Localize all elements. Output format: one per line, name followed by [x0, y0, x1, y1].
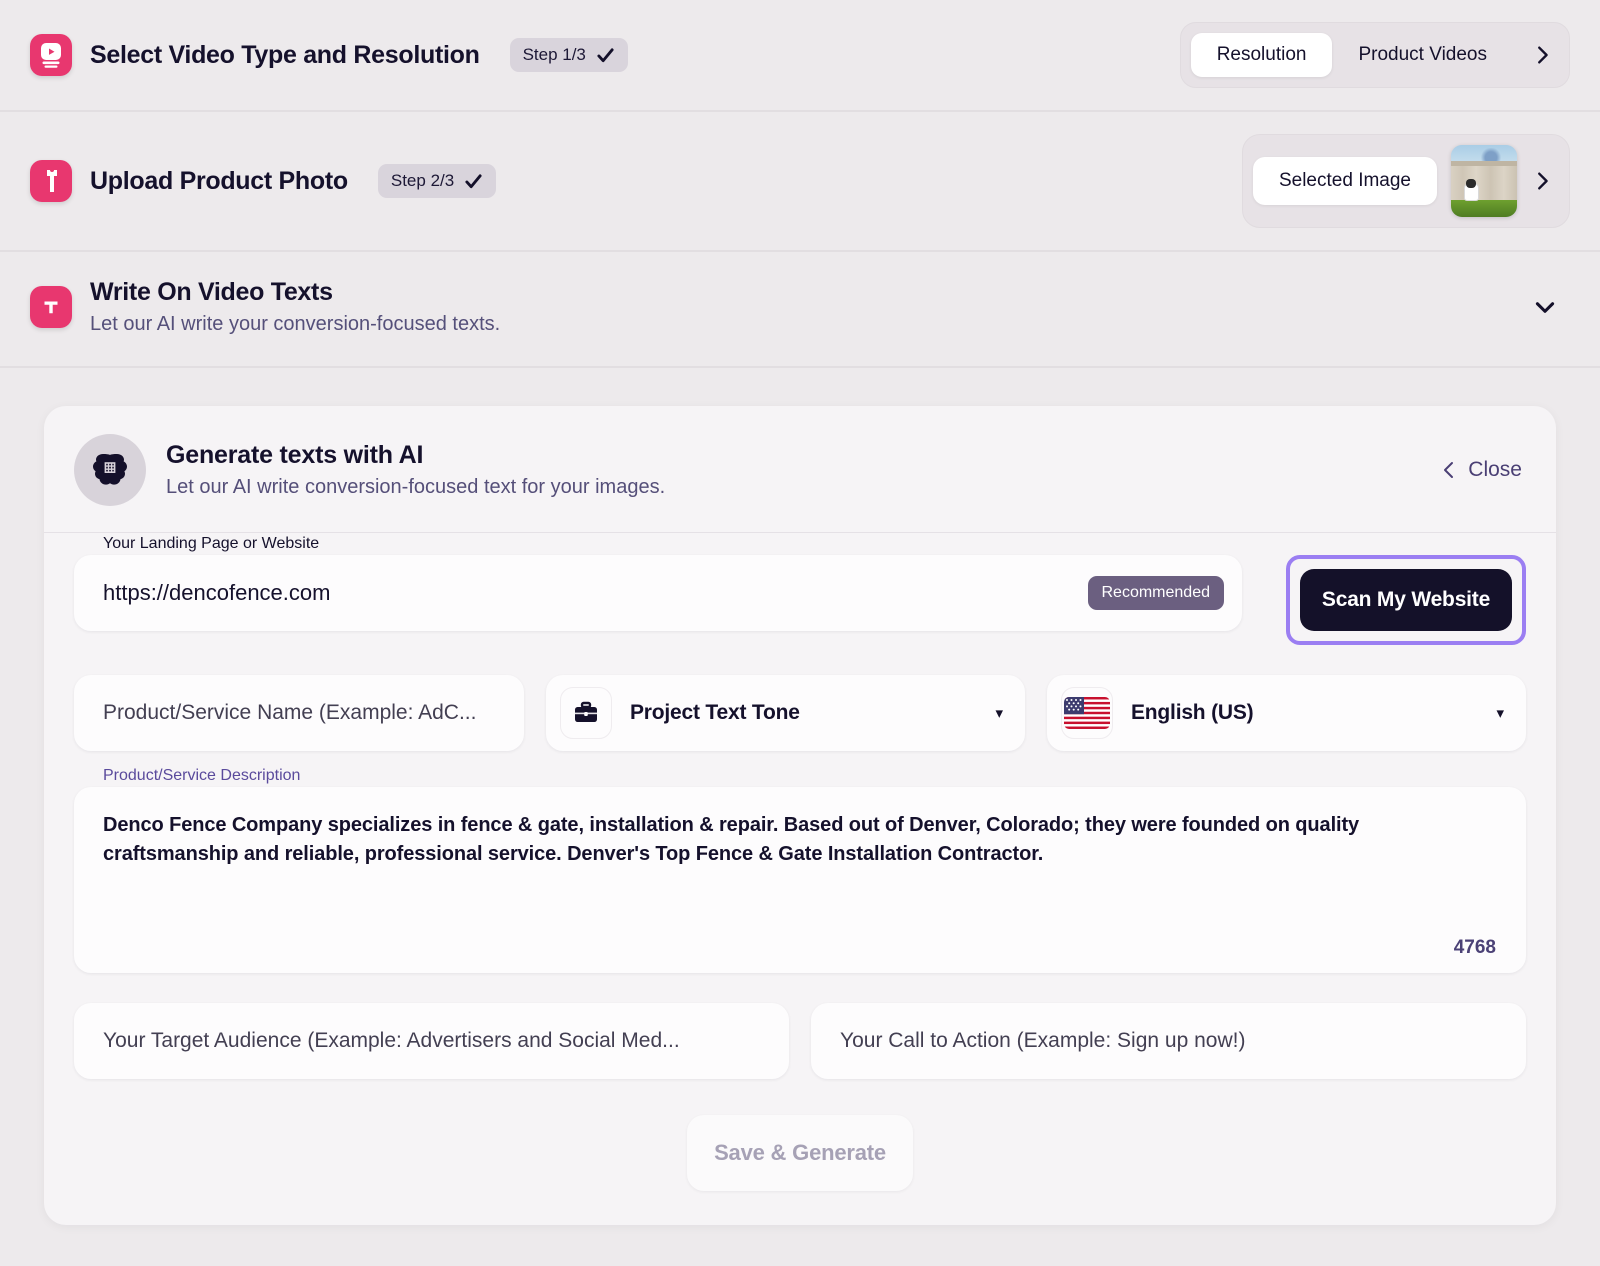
- ai-card-title: Generate texts with AI: [166, 441, 424, 469]
- chevron-right-icon[interactable]: [1531, 170, 1553, 192]
- step-2-badge: Step 2/3: [377, 164, 497, 198]
- step-2-title: Upload Product Photo: [90, 166, 348, 195]
- close-button[interactable]: Close: [1441, 458, 1522, 482]
- step-3-text-block: Write On Video Texts Let our AI write yo…: [90, 278, 500, 336]
- ai-card-header: Generate texts with AI Let our AI write …: [44, 406, 1556, 533]
- thumbnail-dog: [1464, 179, 1480, 202]
- step-2-left: Upload Product Photo Step 2/3: [30, 160, 497, 202]
- us-flag-icon: [1061, 687, 1113, 739]
- product-name-placeholder: Product/Service Name (Example: AdC...: [103, 701, 477, 724]
- audience-cta-row: Your Target Audience (Example: Advertise…: [74, 1003, 1526, 1079]
- language-value: English (US): [1131, 701, 1254, 724]
- url-row: Your Landing Page or Website https://den…: [74, 535, 1526, 645]
- save-button-row: Save & Generate: [74, 1115, 1526, 1191]
- website-url-value: https://dencofence.com: [103, 580, 331, 605]
- step-1-title: Select Video Type and Resolution: [90, 40, 480, 69]
- product-photo-thumbnail[interactable]: [1451, 145, 1517, 217]
- close-button-label: Close: [1468, 458, 1522, 481]
- chevron-left-icon: [1444, 462, 1454, 478]
- ai-header-left: Generate texts with AI Let our AI write …: [74, 434, 665, 506]
- resolution-toggle-group[interactable]: Resolution Product Videos: [1179, 22, 1570, 88]
- tab-product-videos[interactable]: Product Videos: [1332, 33, 1513, 77]
- text-t-icon: [30, 286, 72, 328]
- ai-header-text: Generate texts with AI Let our AI write …: [166, 441, 665, 499]
- scan-my-website-button[interactable]: Scan My Website: [1300, 569, 1512, 631]
- chevron-down-icon[interactable]: ▾: [995, 704, 1003, 722]
- briefcase-icon: [560, 687, 612, 739]
- call-to-action-placeholder: Your Call to Action (Example: Sign up no…: [840, 1029, 1246, 1052]
- ai-card-body: Your Landing Page or Website https://den…: [44, 533, 1556, 1225]
- target-audience-placeholder: Your Target Audience (Example: Advertise…: [103, 1029, 680, 1052]
- product-description-value: Denco Fence Company specializes in fence…: [103, 814, 1360, 865]
- selected-image-group[interactable]: Selected Image: [1241, 134, 1570, 228]
- ai-card-subtitle: Let our AI write conversion-focused text…: [166, 476, 666, 498]
- step-3-left: Write On Video Texts Let our AI write yo…: [30, 278, 500, 336]
- step-row-upload-photo[interactable]: Upload Product Photo Step 2/3 Selected I…: [0, 112, 1600, 252]
- step-3-subtitle: Let our AI write your conversion-focused…: [90, 313, 501, 335]
- check-icon: [597, 47, 614, 62]
- step-3-title: Write On Video Texts: [90, 278, 333, 306]
- app-root: Select Video Type and Resolution Step 1/…: [0, 0, 1600, 1266]
- save-and-generate-button[interactable]: Save & Generate: [687, 1115, 913, 1191]
- thumbnail-grass: [1451, 199, 1517, 217]
- name-tone-language-row: Product/Service Name (Example: AdC... Pr…: [74, 675, 1526, 751]
- chevron-down-icon[interactable]: [1532, 294, 1558, 320]
- step-1-badge: Step 1/3: [509, 38, 628, 72]
- selected-image-label[interactable]: Selected Image: [1252, 157, 1437, 205]
- target-audience-input[interactable]: Your Target Audience (Example: Advertise…: [74, 1003, 789, 1079]
- chevron-down-icon[interactable]: ▾: [1496, 704, 1504, 722]
- recommended-badge: Recommended: [1087, 576, 1224, 610]
- segmented-control[interactable]: Resolution Product Videos: [1190, 33, 1513, 77]
- step-1-badge-label: Step 1/3: [522, 45, 586, 64]
- thumbnail-fence: [1451, 160, 1517, 202]
- video-play-icon: [30, 34, 72, 76]
- tab-resolution[interactable]: Resolution: [1190, 33, 1333, 77]
- generate-texts-card: Generate texts with AI Let our AI write …: [44, 406, 1556, 1225]
- chevron-right-icon[interactable]: [1531, 44, 1553, 66]
- language-select[interactable]: English (US) ▾: [1047, 675, 1526, 751]
- text-tone-value: Project Text Tone: [630, 701, 800, 724]
- text-tone-select[interactable]: Project Text Tone ▾: [546, 675, 1025, 751]
- character-counter: 4768: [1453, 937, 1496, 958]
- check-icon: [465, 173, 482, 188]
- product-description-label: Product/Service Description: [103, 767, 301, 784]
- product-name-input[interactable]: Product/Service Name (Example: AdC...: [74, 675, 524, 751]
- brain-icon: [74, 434, 146, 506]
- website-url-label: Your Landing Page or Website: [103, 535, 320, 552]
- scan-button-highlight: Scan My Website: [1286, 555, 1526, 645]
- website-url-input[interactable]: Your Landing Page or Website https://den…: [74, 535, 1242, 631]
- product-shirt-icon: [30, 160, 72, 202]
- step-1-left: Select Video Type and Resolution Step 1/…: [30, 34, 628, 76]
- step-2-badge-label: Step 2/3: [390, 171, 455, 190]
- product-description-textarea[interactable]: Product/Service Description Denco Fence …: [74, 767, 1526, 973]
- step-row-video-type[interactable]: Select Video Type and Resolution Step 1/…: [0, 0, 1600, 112]
- step-row-write-texts[interactable]: Write On Video Texts Let our AI write yo…: [0, 252, 1600, 368]
- call-to-action-input[interactable]: Your Call to Action (Example: Sign up no…: [811, 1003, 1526, 1079]
